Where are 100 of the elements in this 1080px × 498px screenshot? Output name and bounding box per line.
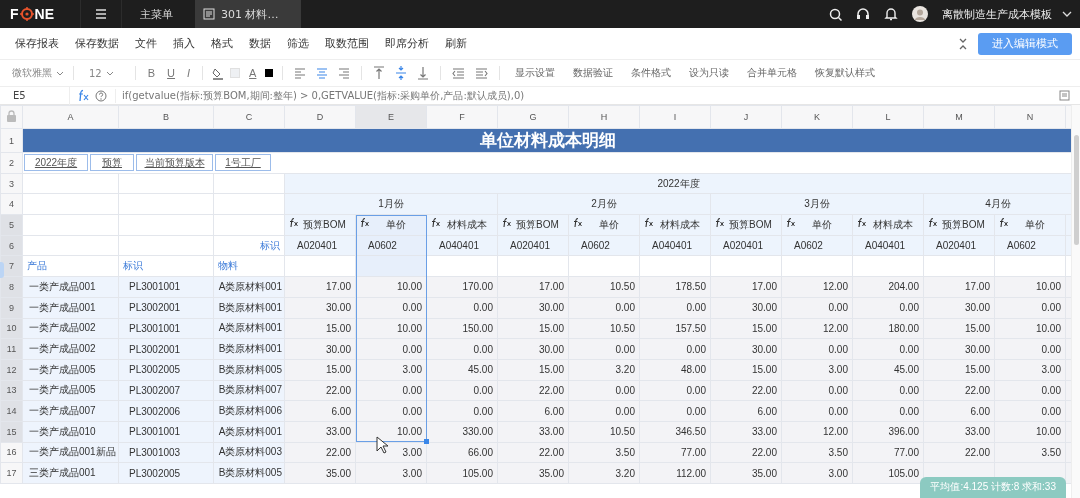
- column-header[interactable]: M: [923, 105, 995, 129]
- collapse-icon[interactable]: [958, 37, 968, 50]
- column-header[interactable]: N: [994, 105, 1066, 129]
- filter-dropdown[interactable]: 预算: [90, 154, 134, 172]
- row-header[interactable]: 13: [0, 380, 23, 401]
- column-header[interactable]: J: [710, 105, 782, 129]
- menu-item[interactable]: 数据: [249, 36, 271, 51]
- column-label: 预算BOM: [941, 217, 986, 232]
- row-header[interactable]: 11: [0, 338, 23, 360]
- chevron-down-icon: [56, 70, 64, 76]
- align-center-icon[interactable]: [316, 66, 329, 80]
- bell-icon[interactable]: [884, 7, 898, 21]
- headset-icon[interactable]: [856, 7, 870, 21]
- column-header[interactable]: A: [22, 105, 119, 129]
- menu-icon[interactable]: [95, 8, 107, 20]
- app-tab[interactable]: 主菜单: [122, 0, 191, 28]
- menu-item[interactable]: 插入: [173, 36, 195, 51]
- table-cell: 产品: [22, 255, 119, 277]
- search-icon[interactable]: [829, 7, 842, 21]
- align-right-icon[interactable]: [338, 66, 351, 80]
- toolbar-action[interactable]: 恢复默认样式: [815, 66, 876, 80]
- function-icon[interactable]: [78, 89, 89, 102]
- function-icon: [360, 217, 369, 229]
- italic-button[interactable]: I: [184, 67, 194, 79]
- font-select[interactable]: 微软雅黑: [12, 66, 64, 80]
- row-header[interactable]: 9: [0, 297, 23, 318]
- table-cell: 标识: [118, 255, 214, 277]
- fill-swatch[interactable]: [230, 68, 241, 78]
- column-label: 单价: [810, 217, 833, 232]
- table-cell: 物料: [213, 255, 285, 277]
- toolbar-action[interactable]: 合并单元格: [747, 66, 798, 80]
- column-header[interactable]: G: [497, 105, 569, 129]
- bold-button[interactable]: B: [144, 67, 159, 79]
- toolbar-action[interactable]: 数据验证: [573, 66, 614, 80]
- column-label: 预算BOM: [515, 217, 560, 232]
- column-label: 单价: [597, 217, 620, 232]
- avatar-icon[interactable]: [912, 6, 928, 22]
- font-color-swatch[interactable]: [265, 69, 274, 77]
- column-header[interactable]: D: [284, 105, 356, 129]
- align-middle-icon[interactable]: [395, 66, 408, 80]
- table-cell: 标识: [213, 235, 285, 256]
- column-header[interactable]: E: [355, 105, 427, 129]
- filter-dropdown[interactable]: 1号工厂: [215, 154, 271, 172]
- filter-dropdown[interactable]: 当前预算版本: [136, 154, 213, 172]
- column-header[interactable]: C: [213, 105, 285, 129]
- user-menu[interactable]: 离散制造生产成本模板: [942, 6, 1072, 22]
- row-header[interactable]: 2: [0, 152, 23, 174]
- row-header[interactable]: 8: [0, 276, 23, 298]
- side-handle[interactable]: [0, 262, 4, 278]
- row-header[interactable]: 4: [0, 193, 23, 215]
- menu-item[interactable]: 即席分析: [385, 36, 429, 51]
- underline-button[interactable]: U: [164, 67, 179, 79]
- function-icon: [928, 217, 937, 229]
- menu-item[interactable]: 保存数据: [75, 36, 119, 51]
- row-header[interactable]: 17: [0, 462, 23, 484]
- column-label: 预算BOM: [728, 217, 773, 232]
- menu-item[interactable]: 保存报表: [15, 36, 59, 51]
- column-header[interactable]: F: [426, 105, 498, 129]
- toolbar-action[interactable]: 显示设置: [515, 66, 556, 80]
- filter-dropdown[interactable]: 2022年度: [24, 154, 88, 172]
- menu-item[interactable]: 格式: [211, 36, 233, 51]
- row-header[interactable]: 15: [0, 421, 23, 443]
- row-header[interactable]: 1: [0, 128, 23, 153]
- help-icon[interactable]: [95, 89, 107, 102]
- sheet-title: 单位材料成本明细: [22, 128, 1071, 153]
- indent-increase-icon[interactable]: [475, 66, 489, 80]
- menu-item[interactable]: 取数范围: [325, 36, 369, 51]
- scrollbar-thumb[interactable]: [1073, 135, 1079, 245]
- expand-icon[interactable]: [1059, 90, 1070, 101]
- row-header[interactable]: 3: [0, 173, 23, 194]
- fill-color-icon[interactable]: [212, 66, 225, 80]
- align-bottom-icon[interactable]: [417, 66, 430, 80]
- column-header[interactable]: K: [781, 105, 853, 129]
- row-header[interactable]: 14: [0, 400, 23, 422]
- toolbar-action[interactable]: 条件格式: [631, 66, 672, 80]
- function-icon: [715, 217, 724, 229]
- toolbar-action[interactable]: 设为只读: [689, 66, 730, 80]
- column-header[interactable]: H: [568, 105, 640, 129]
- row-header[interactable]: 10: [0, 318, 23, 339]
- font-color-button[interactable]: A: [246, 67, 260, 79]
- row-header[interactable]: 12: [0, 359, 23, 381]
- table-cell: 2022年度: [284, 173, 1071, 194]
- menu-item[interactable]: 文件: [135, 36, 157, 51]
- status-summary: 平均值:4.125 计数:8 求和:33: [920, 477, 1066, 498]
- row-header[interactable]: 6: [0, 235, 23, 256]
- app-tab[interactable]: 301 材料…: [195, 0, 301, 28]
- menu-item[interactable]: 筛选: [287, 36, 309, 51]
- align-left-icon[interactable]: [294, 66, 307, 80]
- row-header[interactable]: 16: [0, 442, 23, 463]
- column-header[interactable]: I: [639, 105, 711, 129]
- row-header[interactable]: 5: [0, 214, 23, 236]
- function-icon: [786, 217, 795, 229]
- column-label: 预算BOM: [302, 217, 347, 232]
- function-icon: [644, 217, 653, 229]
- menu-item[interactable]: 刷新: [445, 36, 467, 51]
- indent-decrease-icon[interactable]: [452, 66, 466, 80]
- align-top-icon[interactable]: [373, 66, 386, 80]
- column-header[interactable]: B: [118, 105, 214, 129]
- column-header[interactable]: L: [852, 105, 924, 129]
- font-size-select[interactable]: 12: [83, 67, 126, 79]
